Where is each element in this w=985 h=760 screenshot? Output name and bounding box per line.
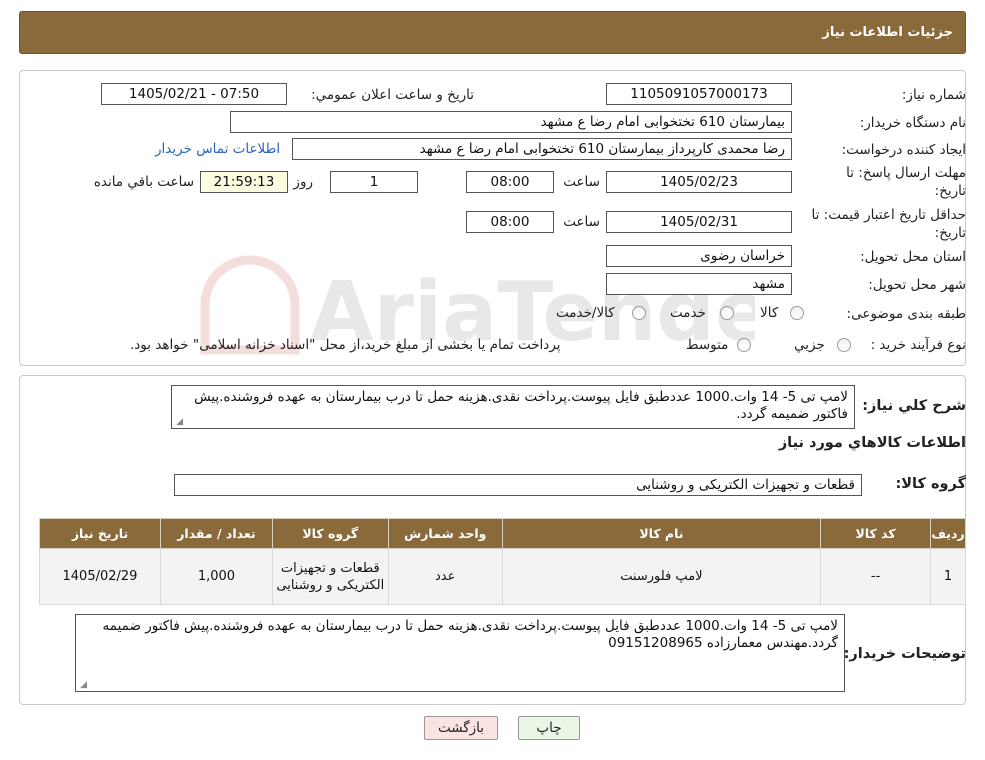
remaining-time-field: 21:59:13 [200,171,288,193]
cell-group: قطعات و تجهیزات الکتریکی و روشنایی [271,548,389,605]
col-header-need-date: تاریخ نیاز [39,518,161,549]
print-button[interactable]: چاپ [518,716,580,740]
page-header: جزئیات اطلاعات نیاز [19,11,966,54]
deadline-time-field: 08:00 [466,171,554,193]
validity-time-label: ساعت [563,214,600,230]
process-note: پرداخت تمام یا بخشی از مبلغ خرید،از محل … [130,337,561,353]
cell-need-date: 1405/02/29 [39,548,161,605]
validity-label-2: تاریخ: [934,225,966,241]
col-header-item-code: کد کالا [820,518,932,549]
buyer-contact-link[interactable]: اطلاعات تماس خریدار [155,141,280,157]
goods-table: ردیف کد کالا نام کالا واحد شمارش گروه کا… [39,518,966,605]
buyer-notes-text: لامپ تی 5- 14 وات.1000 عددطبق فایل پیوست… [102,618,838,651]
col-header-group: گروه کالا [271,518,389,549]
buyer-org-label: نام دستگاه خریدار: [859,115,966,131]
deadline-date-field: 1405/02/23 [606,171,792,193]
category-service-radio[interactable] [720,306,734,320]
process-minor-radio[interactable] [837,338,851,352]
category-service-label: خدمت [670,305,706,321]
announce-datetime-field: 1405/02/21 - 07:50 [101,83,287,105]
page-title: جزئیات اطلاعات نیاز [822,25,953,40]
description-textarea[interactable]: لامپ تی 5- 14 وات.1000 عددطبق فایل پیوست… [171,385,855,429]
cell-item-code: -- [820,548,932,605]
process-label: نوع فرآیند خرید : [870,337,966,353]
process-minor-label: جزیي [794,337,825,353]
province-label: استان محل تحویل: [860,249,966,265]
resize-handle-icon[interactable]: ◢ [174,418,183,427]
creator-label: ایجاد کننده درخواست: [841,142,966,158]
cell-unit: عدد [387,548,503,605]
cell-quantity: 1,000 [159,548,273,605]
col-header-quantity: تعداد / مقدار [159,518,273,549]
province-field: خراسان رضوی [606,245,792,267]
remaining-time-label: ساعت باقي مانده [93,174,194,190]
col-header-row-number: ردیف [930,518,966,549]
goods-group-label: گروه کالا: [895,476,966,492]
col-header-item-name: نام کالا [501,518,822,549]
goods-group-field: قطعات و تجهیزات الکتریکی و روشنایی [174,474,862,496]
process-medium-radio[interactable] [737,338,751,352]
creator-field: رضا محمدی کارپرداز بیمارستان 610 تختخواب… [292,138,792,160]
days-remaining-field: 1 [330,171,418,193]
buyer-notes-textarea[interactable]: لامپ تی 5- 14 وات.1000 عددطبق فایل پیوست… [75,614,845,692]
category-goods-service-label: کالا/خدمت [556,305,615,321]
validity-date-field: 1405/02/31 [606,211,792,233]
deadline-label: مهلت ارسال پاسخ: تا [846,165,966,181]
category-goods-service-radio[interactable] [632,306,646,320]
buyer-org-field: بیمارستان 610 تختخوابی امام رضا ع مشهد [230,111,792,133]
category-goods-label: کالا [760,305,779,321]
col-header-unit: واحد شمارش [387,518,503,549]
need-number-field: 1105091057000173 [606,83,792,105]
goods-info-title: اطلاعات کالاهاي مورد نیاز [778,435,966,451]
city-field: مشهد [606,273,792,295]
resize-handle-icon[interactable]: ◢ [78,681,87,690]
table-row: 1 -- لامپ فلورسنت عدد قطعات و تجهیزات ال… [39,548,966,605]
description-label: شرح کلي نیاز: [862,398,966,414]
buyer-notes-label: توضیحات خریدار: [843,646,966,662]
cell-item-name: لامپ فلورسنت [501,548,822,605]
process-medium-label: متوسط [686,337,729,353]
city-label: شهر محل تحویل: [868,277,966,293]
deadline-label-2: تاریخ: [934,183,966,199]
table-header-row: ردیف کد کالا نام کالا واحد شمارش گروه کا… [39,518,966,549]
announce-label: تاریخ و ساعت اعلان عمومي: [311,87,474,103]
back-button[interactable]: بازگشت [424,716,498,740]
category-label: طبقه بندی موضوعی: [846,306,966,322]
validity-time-field: 08:00 [466,211,554,233]
description-text: لامپ تی 5- 14 وات.1000 عددطبق فایل پیوست… [194,389,848,422]
deadline-time-label: ساعت [563,174,600,190]
category-goods-radio[interactable] [790,306,804,320]
need-number-label: شماره نیاز: [901,87,966,103]
cell-row-number: 1 [930,548,966,605]
validity-label: حداقل تاریخ اعتبار قیمت: تا [811,207,966,223]
